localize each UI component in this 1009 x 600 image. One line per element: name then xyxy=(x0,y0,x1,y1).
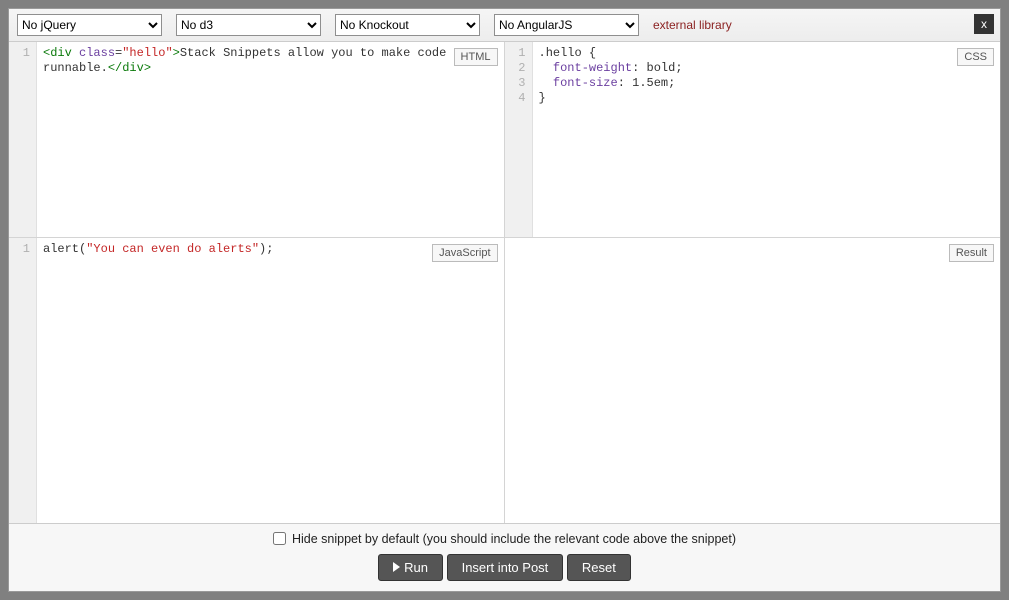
knockout-select[interactable]: No Knockout xyxy=(335,14,480,36)
footer: Hide snippet by default (you should incl… xyxy=(9,524,1000,592)
jquery-select[interactable]: No jQuery xyxy=(17,14,162,36)
html-pane[interactable]: HTML 1 <div class="hello">Stack Snippets… xyxy=(9,42,505,238)
footer-buttons: Run Insert into Post Reset xyxy=(19,554,990,582)
js-pane[interactable]: JavaScript 1 alert("You can even do aler… xyxy=(9,238,505,523)
snippet-editor: No jQuery No d3 No Knockout No AngularJS… xyxy=(8,8,1001,592)
close-button[interactable]: x xyxy=(974,14,994,34)
result-pane: Result xyxy=(505,238,1001,523)
reset-button[interactable]: Reset xyxy=(567,554,631,581)
d3-select[interactable]: No d3 xyxy=(176,14,321,36)
js-code[interactable]: alert("You can even do alerts"); xyxy=(37,238,504,523)
html-code[interactable]: <div class="hello">Stack Snippets allow … xyxy=(37,42,504,237)
hide-snippet-label: Hide snippet by default (you should incl… xyxy=(292,532,736,546)
play-icon xyxy=(393,562,400,572)
js-gutter: 1 xyxy=(9,238,37,523)
external-library-link[interactable]: external library xyxy=(653,18,732,32)
insert-into-post-button[interactable]: Insert into Post xyxy=(447,554,564,581)
html-pane-label: HTML xyxy=(454,48,498,66)
css-code[interactable]: .hello { font-weight: bold; font-size: 1… xyxy=(533,42,1001,237)
css-pane[interactable]: CSS 1 2 3 4 .hello { font-weight: bold; … xyxy=(505,42,1001,238)
close-icon: x xyxy=(981,17,987,31)
library-toolbar: No jQuery No d3 No Knockout No AngularJS… xyxy=(9,9,1000,42)
html-gutter: 1 xyxy=(9,42,37,237)
css-pane-label: CSS xyxy=(957,48,994,66)
hide-snippet-checkbox[interactable] xyxy=(273,532,286,545)
angular-select[interactable]: No AngularJS xyxy=(494,14,639,36)
js-pane-label: JavaScript xyxy=(432,244,497,262)
run-button[interactable]: Run xyxy=(378,554,443,581)
editor-panes: HTML 1 <div class="hello">Stack Snippets… xyxy=(9,42,1000,524)
result-pane-label: Result xyxy=(949,244,994,262)
css-gutter: 1 2 3 4 xyxy=(505,42,533,237)
